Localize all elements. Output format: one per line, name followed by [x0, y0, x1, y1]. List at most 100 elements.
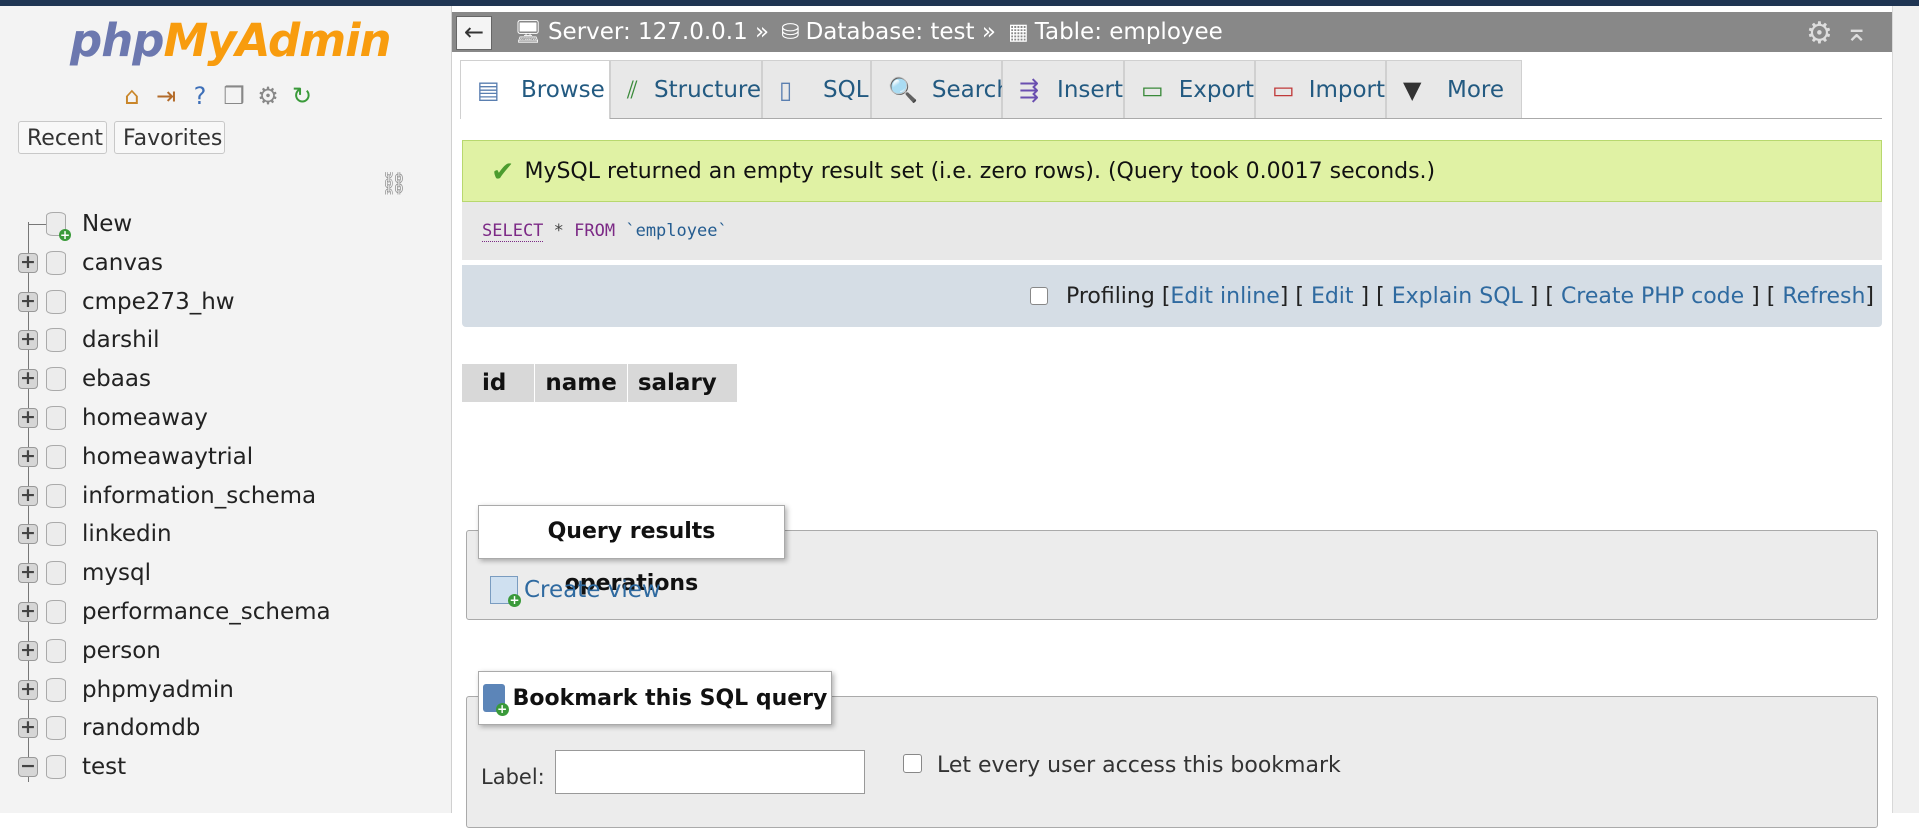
- tree-item-label: canvas: [82, 249, 164, 276]
- expand-icon[interactable]: +: [18, 446, 38, 467]
- tree-item-phpmyadmin[interactable]: + phpmyadmin: [18, 672, 234, 708]
- tree-item-canvas[interactable]: + canvas: [18, 245, 163, 281]
- tab-more[interactable]: ▼ More: [1386, 60, 1522, 118]
- database-icon: [46, 406, 66, 430]
- tree-item-test[interactable]: − test: [18, 749, 126, 785]
- expand-icon[interactable]: +: [18, 718, 38, 739]
- breadcrumb-server[interactable]: Server: 127.0.0.1 »: [548, 19, 769, 45]
- tree-item-label: phpmyadmin: [82, 676, 234, 703]
- expand-icon[interactable]: +: [18, 679, 38, 700]
- home-icon[interactable]: ⌂: [118, 82, 146, 110]
- tab-insert[interactable]: ⇶ Insert: [1002, 60, 1124, 118]
- tab-label: More: [1447, 76, 1505, 103]
- tree-item-label: performance_schema: [82, 599, 331, 625]
- database-icon: [46, 483, 66, 508]
- breadcrumb-table[interactable]: Table: employee: [1035, 19, 1223, 45]
- help-icon[interactable]: ?: [186, 82, 214, 110]
- create-php-code-link[interactable]: Create PHP code: [1561, 284, 1744, 309]
- bookmark-label-input[interactable]: [555, 750, 865, 794]
- check-icon: ✔: [491, 154, 515, 188]
- tab-label: Structure: [654, 76, 761, 103]
- tree-item-cmpe273_hw[interactable]: + cmpe273_hw: [18, 284, 235, 320]
- database-icon: [46, 716, 66, 741]
- new-database-icon: [46, 212, 71, 241]
- create-view-icon: [490, 576, 521, 607]
- database-icon: [46, 444, 66, 469]
- tree-item-label: linkedin: [82, 521, 172, 548]
- tree-item-ebaas[interactable]: + ebaas: [18, 361, 151, 397]
- explain-sql-link[interactable]: Explain SQL: [1392, 284, 1523, 309]
- breadcrumb-database[interactable]: Database: test »: [806, 19, 996, 45]
- expand-icon[interactable]: +: [18, 485, 38, 506]
- sql-query-display[interactable]: SELECT * FROM `employee`: [462, 202, 1882, 260]
- expand-icon[interactable]: +: [18, 640, 38, 661]
- edit-link[interactable]: Edit: [1311, 284, 1354, 309]
- tree-item-new[interactable]: New: [18, 206, 132, 242]
- success-text: MySQL returned an empty result set (i.e.…: [524, 158, 1436, 184]
- database-icon: [46, 600, 66, 624]
- tree-item-homeawaytrial[interactable]: + homeawaytrial: [18, 439, 253, 475]
- tab-browse[interactable]: ▤ Browse: [460, 60, 610, 119]
- column-header-salary[interactable]: salary: [628, 364, 738, 402]
- main-panel: ← 🖥 Server: 127.0.0.1 » ⛁ Database: test…: [452, 6, 1892, 828]
- expand-icon[interactable]: +: [18, 408, 38, 428]
- docs-icon[interactable]: ❒: [220, 82, 248, 110]
- tab-search[interactable]: 🔍 Search: [871, 60, 1011, 118]
- tree-item-person[interactable]: + person: [18, 633, 161, 669]
- bookmark-label-text: Label:: [481, 765, 545, 789]
- expand-icon[interactable]: +: [18, 602, 38, 622]
- database-icon: [46, 522, 66, 547]
- recent-button[interactable]: Recent: [18, 121, 107, 154]
- expand-icon[interactable]: +: [18, 252, 38, 273]
- settings-icon[interactable]: ⚙: [254, 82, 282, 110]
- back-button[interactable]: ←: [456, 16, 492, 50]
- database-icon: [46, 367, 66, 392]
- tab-sql[interactable]: ▯ SQL: [762, 60, 871, 118]
- sql-keyword-select[interactable]: SELECT: [482, 221, 544, 242]
- query-tools-bar: Profiling [Edit inline] [ Edit ] [ Expla…: [462, 265, 1882, 327]
- edit-inline-link[interactable]: Edit inline: [1170, 284, 1279, 309]
- favorites-button[interactable]: Favorites: [114, 121, 225, 154]
- right-gutter: [1892, 6, 1919, 813]
- collapse-icon[interactable]: ⌅: [1845, 15, 1868, 48]
- profiling-checkbox[interactable]: [1029, 287, 1048, 305]
- expand-icon[interactable]: +: [18, 291, 38, 312]
- tab-label: Insert: [1057, 76, 1123, 103]
- tab-export[interactable]: ▭ Export: [1124, 60, 1255, 118]
- tree-item-label: cmpe273_hw: [82, 288, 235, 315]
- database-icon: [46, 638, 66, 663]
- gear-icon[interactable]: ⚙: [1806, 16, 1833, 51]
- expand-icon[interactable]: +: [18, 330, 38, 351]
- tree-item-performance_schema[interactable]: + performance_schema: [18, 594, 331, 630]
- tab-label: Browse: [521, 77, 605, 103]
- create-view-link[interactable]: Create view: [490, 576, 661, 607]
- breadcrumb-bar: ← 🖥 Server: 127.0.0.1 » ⛁ Database: test…: [452, 12, 1892, 52]
- reload-icon[interactable]: ↻: [288, 82, 316, 110]
- expand-icon[interactable]: +: [18, 524, 38, 545]
- tab-import[interactable]: ▭ Import: [1255, 60, 1386, 118]
- share-bookmark-label: Let every user access this bookmark: [937, 753, 1341, 778]
- link-with-main-panel-icon[interactable]: ⛓: [380, 172, 408, 197]
- expand-icon[interactable]: +: [18, 563, 38, 584]
- column-header-id[interactable]: id: [462, 364, 536, 402]
- profiling-label: Profiling: [1065, 283, 1155, 309]
- structure-icon: ⫽: [627, 75, 638, 104]
- logout-icon[interactable]: ⇥: [152, 82, 180, 110]
- tab-structure[interactable]: ⫽ Structure: [610, 60, 762, 118]
- share-bookmark-checkbox[interactable]: [903, 754, 922, 773]
- navigation-sidebar: phpMyAdmin ⌂ ⇥ ? ❒ ⚙ ↻ Recent Favorites …: [0, 6, 452, 813]
- expand-icon[interactable]: +: [18, 369, 38, 390]
- export-icon: ▭: [1141, 75, 1164, 104]
- column-header-name[interactable]: name: [535, 364, 628, 402]
- tree-item-information_schema[interactable]: + information_schema: [18, 478, 316, 514]
- database-icon: [46, 677, 66, 702]
- tree-item-mysql[interactable]: + mysql: [18, 555, 151, 591]
- refresh-link[interactable]: Refresh: [1782, 284, 1865, 309]
- phpmyadmin-logo[interactable]: phpMyAdmin: [70, 14, 392, 67]
- success-message: ✔ MySQL returned an empty result set (i.…: [462, 140, 1882, 202]
- collapse-icon[interactable]: −: [18, 757, 38, 778]
- tree-item-randomdb[interactable]: + randomdb: [18, 710, 200, 746]
- tree-item-linkedin[interactable]: + linkedin: [18, 516, 172, 552]
- tree-item-darshil[interactable]: + darshil: [18, 322, 160, 358]
- tree-item-homeaway[interactable]: + homeaway: [18, 400, 208, 436]
